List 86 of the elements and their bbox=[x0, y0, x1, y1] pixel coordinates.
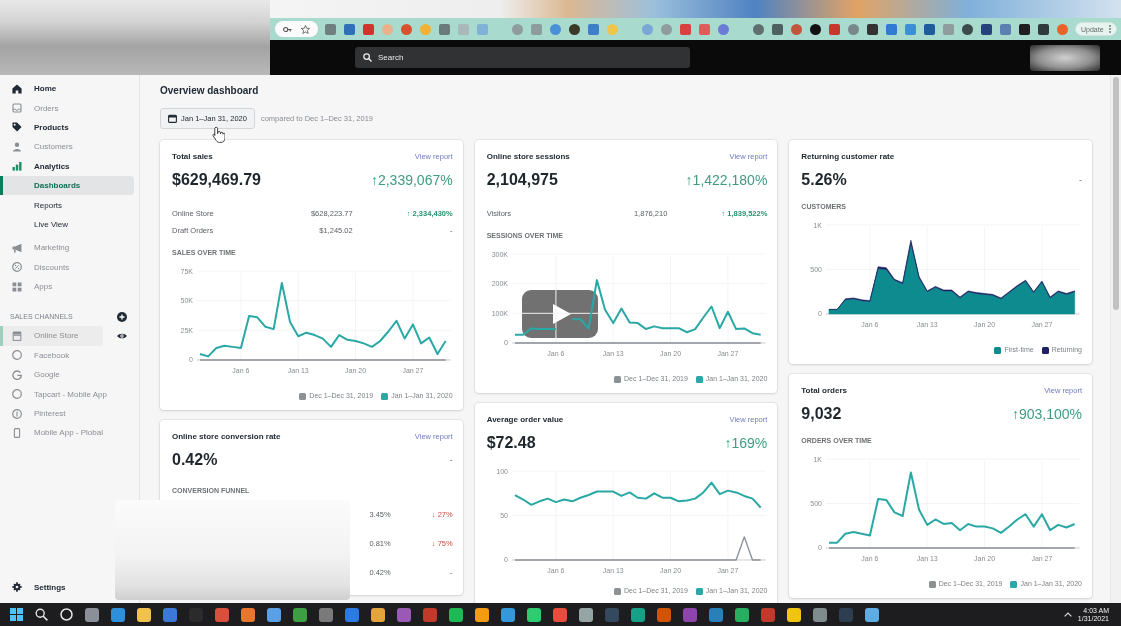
bar-chart-icon bbox=[12, 161, 22, 172]
nav-item[interactable]: Analytics bbox=[0, 156, 134, 176]
tag-icon bbox=[12, 122, 22, 133]
funnel-change: - bbox=[449, 567, 453, 578]
key-icon[interactable] bbox=[283, 24, 293, 34]
settings-icon bbox=[12, 582, 22, 593]
person-icon bbox=[12, 141, 22, 152]
card-title: Online store conversion rate bbox=[172, 432, 281, 442]
add-icon[interactable] bbox=[117, 311, 127, 322]
taskbar-app-icon[interactable] bbox=[475, 607, 489, 622]
card-title: Total orders bbox=[801, 386, 847, 396]
blurred-patch bbox=[1030, 44, 1100, 71]
megaphone-icon bbox=[12, 242, 22, 253]
taskbar-app-icon[interactable] bbox=[85, 607, 99, 622]
search-icon[interactable] bbox=[35, 608, 48, 621]
breakdown-change: - bbox=[449, 225, 453, 236]
chevron-up-icon[interactable] bbox=[1063, 612, 1072, 617]
taskbar-app-icon[interactable] bbox=[111, 607, 125, 622]
extension-icon[interactable] bbox=[810, 23, 821, 35]
taskbar-app-icon[interactable] bbox=[137, 607, 151, 622]
extension-icon[interactable] bbox=[981, 23, 992, 35]
card-title: Online store sessions bbox=[486, 152, 570, 162]
taskbar-app-icon[interactable] bbox=[865, 607, 879, 622]
eye-icon[interactable] bbox=[117, 333, 127, 339]
metric-change: ↑903,100% bbox=[1011, 405, 1082, 424]
card-title: Average order value bbox=[486, 415, 564, 425]
nav-item[interactable]: Dashboards bbox=[0, 175, 134, 196]
metric-value: 2,104,975 bbox=[486, 170, 558, 190]
extension-icon[interactable] bbox=[569, 23, 580, 35]
taskbar-app-icon[interactable] bbox=[787, 607, 801, 622]
nav-item[interactable]: Live View bbox=[0, 214, 134, 235]
percent-icon bbox=[12, 262, 22, 273]
taskbar-app-icon[interactable] bbox=[553, 607, 567, 622]
grid-icon bbox=[12, 281, 22, 292]
ring-icon[interactable] bbox=[60, 608, 73, 621]
ring-icon bbox=[12, 389, 22, 400]
taskbar-app-icon[interactable] bbox=[293, 607, 307, 622]
inbox-icon bbox=[12, 103, 22, 114]
metric-value: 5.26% bbox=[801, 170, 847, 190]
taskbar-app-icon[interactable] bbox=[449, 607, 463, 622]
storefront-icon bbox=[12, 331, 22, 341]
page-title: Overview dashboard bbox=[160, 85, 260, 97]
metric-value: 9,032 bbox=[801, 404, 842, 424]
extension-icon[interactable] bbox=[1038, 23, 1049, 35]
arc-icon bbox=[12, 369, 22, 380]
ring-icon bbox=[12, 350, 22, 361]
scrollbar-thumb[interactable] bbox=[1113, 77, 1119, 310]
card-title: Returning customer rate bbox=[801, 152, 895, 162]
taskbar-app-icon[interactable] bbox=[215, 607, 229, 622]
taskbar-app-icon[interactable] bbox=[735, 607, 749, 622]
extension-icon[interactable] bbox=[867, 23, 878, 35]
taskbar-app-icon[interactable] bbox=[371, 607, 385, 622]
nav-item[interactable]: Reports bbox=[0, 195, 134, 215]
metric-change: - bbox=[449, 454, 453, 467]
card-title: Total sales bbox=[172, 152, 213, 162]
extension-icon[interactable] bbox=[1019, 23, 1030, 35]
start-icon[interactable] bbox=[10, 608, 23, 621]
metric-change: ↑1,422,180% bbox=[685, 171, 768, 190]
metric-change: ↑169% bbox=[724, 434, 768, 453]
metric-value: $72.48 bbox=[486, 433, 536, 453]
nav-item[interactable]: Home bbox=[0, 79, 134, 99]
metric-change: - bbox=[1079, 174, 1082, 187]
search-field[interactable]: Search bbox=[355, 47, 690, 68]
taskbar-app-icon[interactable] bbox=[241, 607, 255, 622]
nav-item[interactable]: Products bbox=[0, 117, 134, 138]
star-icon[interactable] bbox=[300, 24, 310, 34]
taskbar-app-icon[interactable] bbox=[631, 607, 645, 622]
metric-value: 0.42% bbox=[172, 450, 218, 470]
metric-change: ↑2,339,067% bbox=[370, 171, 453, 190]
home-icon bbox=[12, 83, 22, 94]
play-button[interactable] bbox=[522, 290, 598, 338]
taskbar-app-icon[interactable] bbox=[501, 607, 515, 622]
address-bar[interactable] bbox=[275, 21, 318, 37]
nav-item[interactable]: Settings bbox=[0, 577, 72, 597]
phone-icon bbox=[12, 427, 22, 438]
taskbar-app-icon[interactable] bbox=[527, 607, 541, 622]
search-icon bbox=[363, 53, 372, 62]
play-icon bbox=[553, 304, 571, 324]
taskbar-app-icon[interactable] bbox=[579, 607, 593, 622]
extension-icon[interactable] bbox=[962, 23, 973, 35]
ring-icon bbox=[12, 408, 22, 419]
avatar-icon[interactable] bbox=[1057, 23, 1068, 35]
metric-value: $629,469.79 bbox=[172, 170, 261, 190]
taskbar-app-icon[interactable] bbox=[267, 607, 281, 622]
calendar-icon bbox=[168, 114, 177, 123]
taskbar-app-icon[interactable] bbox=[813, 607, 827, 622]
